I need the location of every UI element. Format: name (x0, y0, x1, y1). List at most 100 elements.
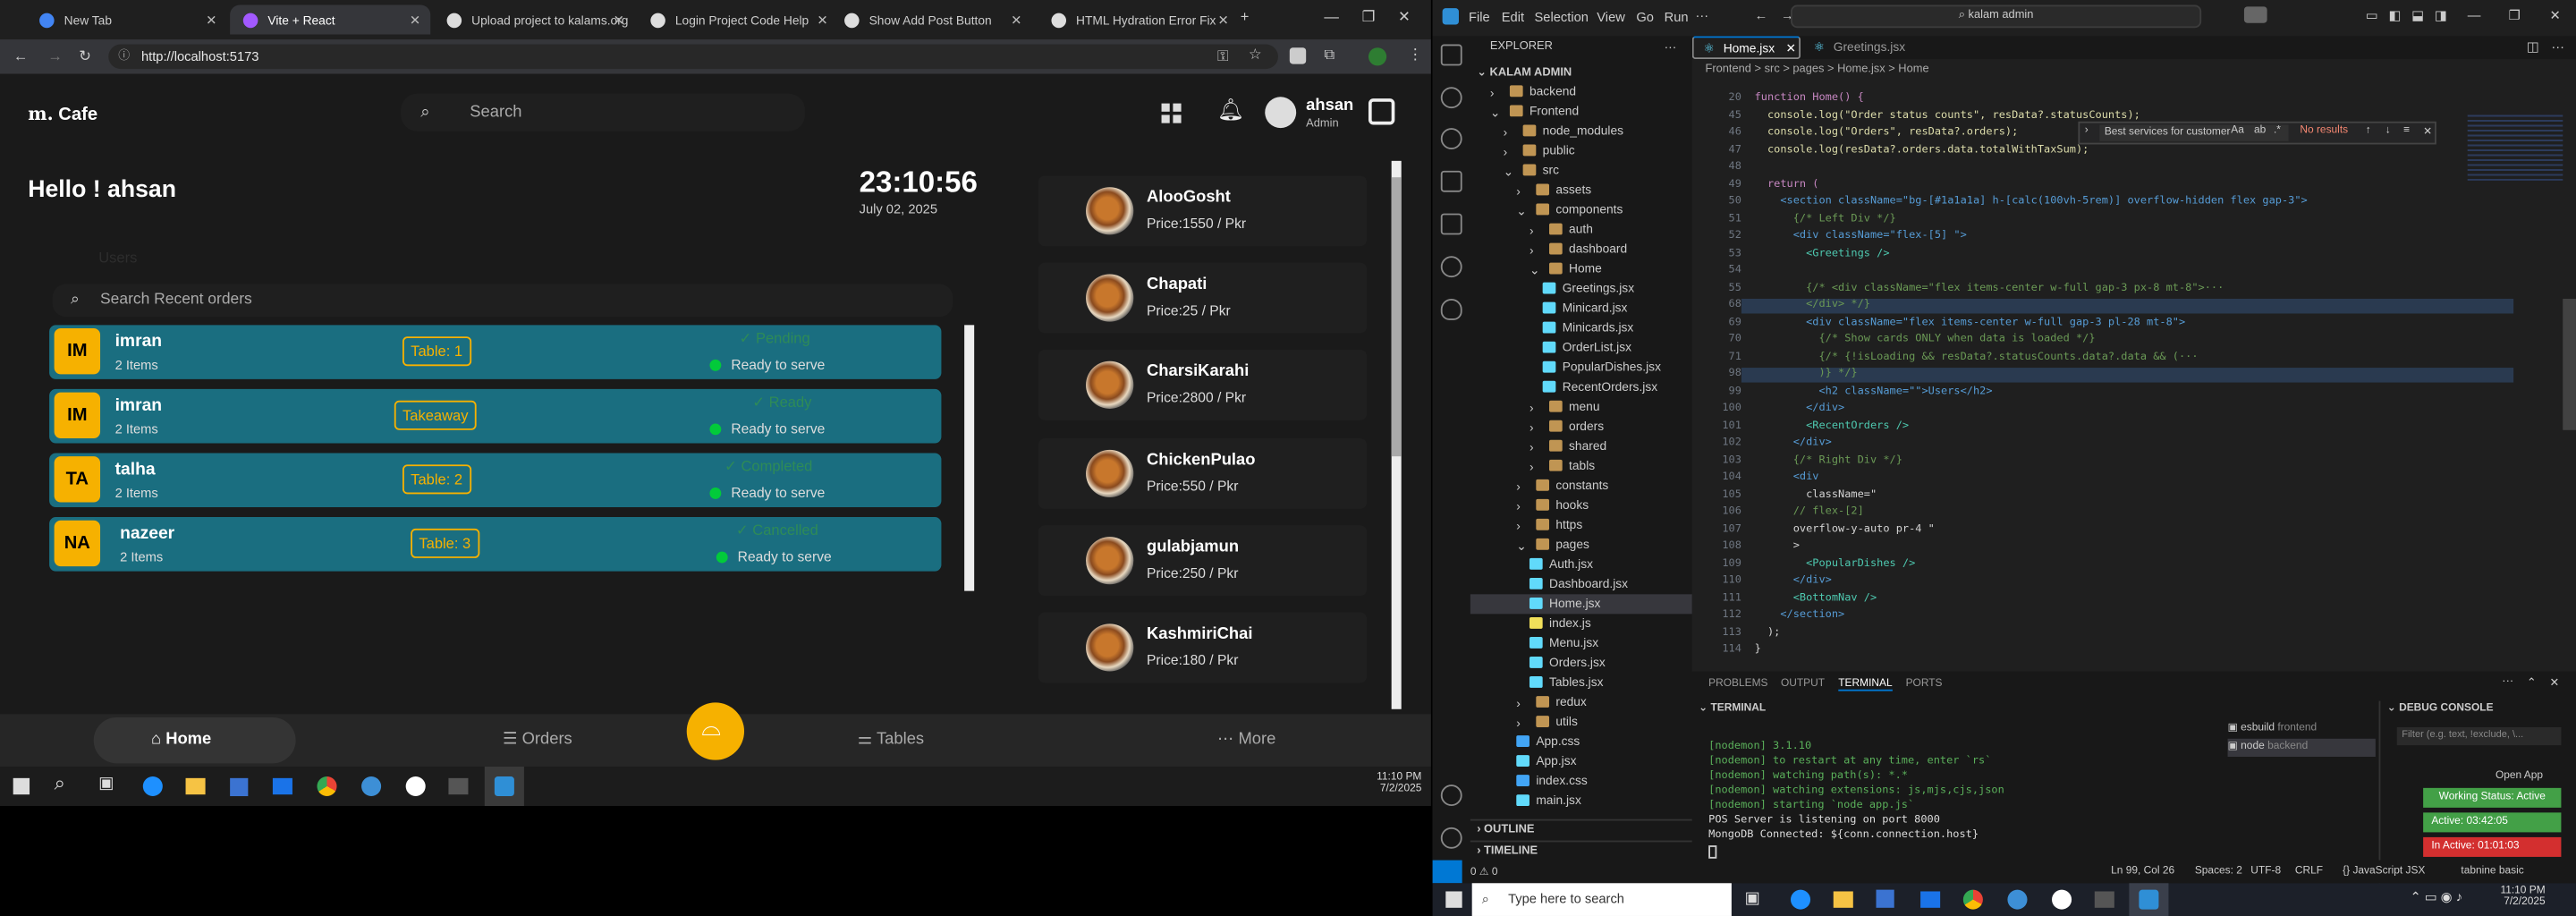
file-tree-item[interactable]: main.jsx (1470, 792, 1692, 811)
tab-home-jsx[interactable]: ⚛ Home.jsx ✕ (1691, 36, 1801, 60)
mongodb-leaf-icon[interactable] (1440, 298, 1462, 320)
file-explorer-icon[interactable] (1833, 891, 1853, 908)
file-tree-item[interactable]: ⌄ Home (1470, 259, 1692, 279)
close-panel-icon[interactable]: ✕ (2550, 676, 2560, 690)
file-tree-item[interactable]: › hooks (1470, 496, 1692, 515)
menu-file[interactable]: File (1469, 10, 1490, 25)
file-tree-item[interactable]: ⌄ src (1470, 161, 1692, 181)
copilot-icon[interactable] (2243, 6, 2267, 23)
file-tree-item[interactable]: › node_modules (1470, 122, 1692, 141)
timeline-section[interactable]: › TIMELINE (1470, 840, 1692, 861)
tab-login-project[interactable]: Login Project Code Help ✕ (638, 5, 838, 35)
mail-icon[interactable] (272, 777, 292, 795)
tab-vite-react[interactable]: Vite + React ✕ (230, 4, 431, 35)
settings-gear-icon[interactable] (1440, 827, 1462, 849)
split-editor-icon[interactable]: ◫ (2527, 39, 2539, 55)
order-row[interactable]: NA nazeer 2 Items Table: 3 ✓ Cancelled R… (49, 517, 942, 572)
dish-card[interactable]: AlooGosht Price:1550 / Pkr (1038, 175, 1368, 247)
file-tree-item[interactable]: Home.jsx (1470, 594, 1692, 615)
extensions-puzzle-icon[interactable]: ⧉ (1324, 46, 1335, 64)
nav-back-icon[interactable]: ← (1755, 8, 1768, 23)
app-icon[interactable] (2052, 889, 2072, 910)
file-tree-item[interactable]: Dashboard.jsx (1470, 574, 1692, 594)
order-row[interactable]: TA talha 2 Items Table: 2 ✓ Completed Re… (49, 453, 942, 508)
breadcrumb[interactable]: Frontend > src > pages > Home.jsx > Home (1705, 64, 1928, 76)
taskbar-clock[interactable]: 11:10 PM 7/2/2025 (1377, 771, 1421, 794)
command-center-search[interactable]: ⌕ kalam admin (1791, 4, 2202, 29)
new-tab-plus-icon[interactable]: + (1241, 8, 1250, 24)
close-icon[interactable]: ✕ (614, 13, 624, 28)
file-tree-item[interactable]: › redux (1470, 692, 1692, 712)
app-icon[interactable] (2007, 889, 2028, 910)
taskbar-search-input[interactable]: ⌕ Type here to search (1471, 883, 1732, 916)
dish-card[interactable]: Chapati Price:25 / Pkr (1038, 262, 1368, 334)
edge-icon[interactable] (142, 776, 163, 797)
terminal-icon[interactable] (2094, 891, 2114, 908)
minimize-icon[interactable]: — (1324, 8, 1339, 24)
indentation[interactable]: Spaces: 2 (2195, 865, 2242, 877)
outline-section[interactable]: › OUTLINE (1470, 818, 1692, 839)
extensions-icon[interactable] (1440, 213, 1462, 235)
store-icon[interactable] (230, 777, 249, 797)
app-logo[interactable]: m. Cafe (28, 104, 97, 125)
toggle-secondary-icon[interactable]: ◨ (2435, 8, 2447, 23)
tray-icons[interactable]: ⌃ ▭ ◉ ♪ (2410, 890, 2462, 905)
menu-edit[interactable]: Edit (1502, 10, 1524, 25)
file-tree-item[interactable]: Minicards.jsx (1470, 318, 1692, 338)
close-icon[interactable]: ✕ (2423, 124, 2432, 138)
file-tree-item[interactable]: App.jsx (1470, 751, 1692, 771)
task-view-icon[interactable]: ▣ (1745, 890, 1760, 908)
dish-card[interactable]: gulabjamun Price:250 / Pkr (1038, 525, 1368, 597)
file-explorer-icon[interactable] (185, 777, 206, 795)
cursor-position[interactable]: Ln 99, Col 26 (2111, 865, 2174, 877)
reload-icon[interactable]: ↻ (79, 47, 91, 65)
file-tree-item[interactable]: App.css (1470, 732, 1692, 751)
maximize-icon[interactable]: ❐ (1362, 8, 1376, 26)
file-tree-item[interactable]: ⌄ components (1470, 200, 1692, 220)
dashboard-grid-icon[interactable] (1161, 103, 1182, 123)
tab-show-add-post[interactable]: Show Add Post Button ✕ (831, 5, 1031, 35)
panel-tab-problems[interactable]: PROBLEMS (1708, 678, 1767, 690)
file-tree-item[interactable]: Menu.jsx (1470, 633, 1692, 653)
bell-icon[interactable]: 🔔︎ (1217, 97, 1244, 123)
tabnine-status[interactable]: tabnine basic (2461, 865, 2523, 877)
toggle-sidebar-icon[interactable]: ◧ (2389, 8, 2402, 23)
panel-tab-ports[interactable]: PORTS (1906, 678, 1943, 690)
close-icon[interactable]: ✕ (1218, 13, 1229, 28)
file-tree-item[interactable]: › auth (1470, 220, 1692, 240)
code-view[interactable]: 20 function Home() {45 console.log("Order… (1692, 79, 2576, 671)
tab-new-tab[interactable]: New Tab ✕ (26, 5, 226, 35)
editor-more-icon[interactable]: ··· (2551, 39, 2564, 55)
menu-go[interactable]: Go (1636, 10, 1654, 25)
nav-more[interactable]: ⋯ More (1217, 731, 1275, 749)
forward-icon[interactable]: → (47, 47, 63, 64)
logout-icon[interactable] (1368, 98, 1395, 125)
mail-icon[interactable] (1920, 891, 1941, 908)
maximize-panel-icon[interactable]: ⌃ (2527, 676, 2537, 690)
dishes-scrollbar[interactable] (1391, 160, 1402, 709)
workspace-root[interactable]: ⌄ KALAM ADMIN (1477, 65, 1572, 79)
menu-view[interactable]: View (1597, 10, 1625, 25)
tab-hydration-error[interactable]: HTML Hydration Error Fix ✕ (1038, 5, 1239, 35)
recent-orders-search[interactable]: ⌕ Search Recent orders (52, 284, 953, 318)
task-view-icon[interactable]: ▣ (98, 775, 114, 793)
back-icon[interactable]: ← (13, 47, 29, 64)
panel-tab-output[interactable]: OUTPUT (1781, 678, 1825, 690)
minimap[interactable] (2467, 114, 2563, 181)
file-tree-item[interactable]: › utils (1470, 712, 1692, 732)
nav-orders[interactable]: ☰ Orders (503, 731, 572, 749)
source-control-icon[interactable] (1440, 128, 1462, 149)
dish-card[interactable]: KashmiriChai Price:180 / Pkr (1038, 612, 1368, 683)
more-menu-icon[interactable]: ··· (1695, 8, 1708, 23)
app-icon[interactable] (361, 776, 382, 797)
next-match-icon[interactable]: ↓ (2385, 124, 2391, 136)
close-window-icon[interactable]: ✕ (1398, 8, 1411, 26)
file-tree-item[interactable]: Minicard.jsx (1470, 299, 1692, 318)
tab-upload-project[interactable]: Upload project to kalams.org ✕ (434, 5, 634, 35)
file-tree-item[interactable]: Greetings.jsx (1470, 279, 1692, 299)
file-tree-item[interactable]: Tables.jsx (1470, 673, 1692, 692)
search-icon[interactable]: ⌕ (55, 771, 65, 796)
terminal-output[interactable]: [nodemon] 3.1.10 [nodemon] to restart at … (1708, 739, 2004, 843)
taskbar-clock[interactable]: 11:10 PM 7/2/2025 (2500, 885, 2545, 908)
file-tree-item[interactable]: PopularDishes.jsx (1470, 358, 1692, 377)
